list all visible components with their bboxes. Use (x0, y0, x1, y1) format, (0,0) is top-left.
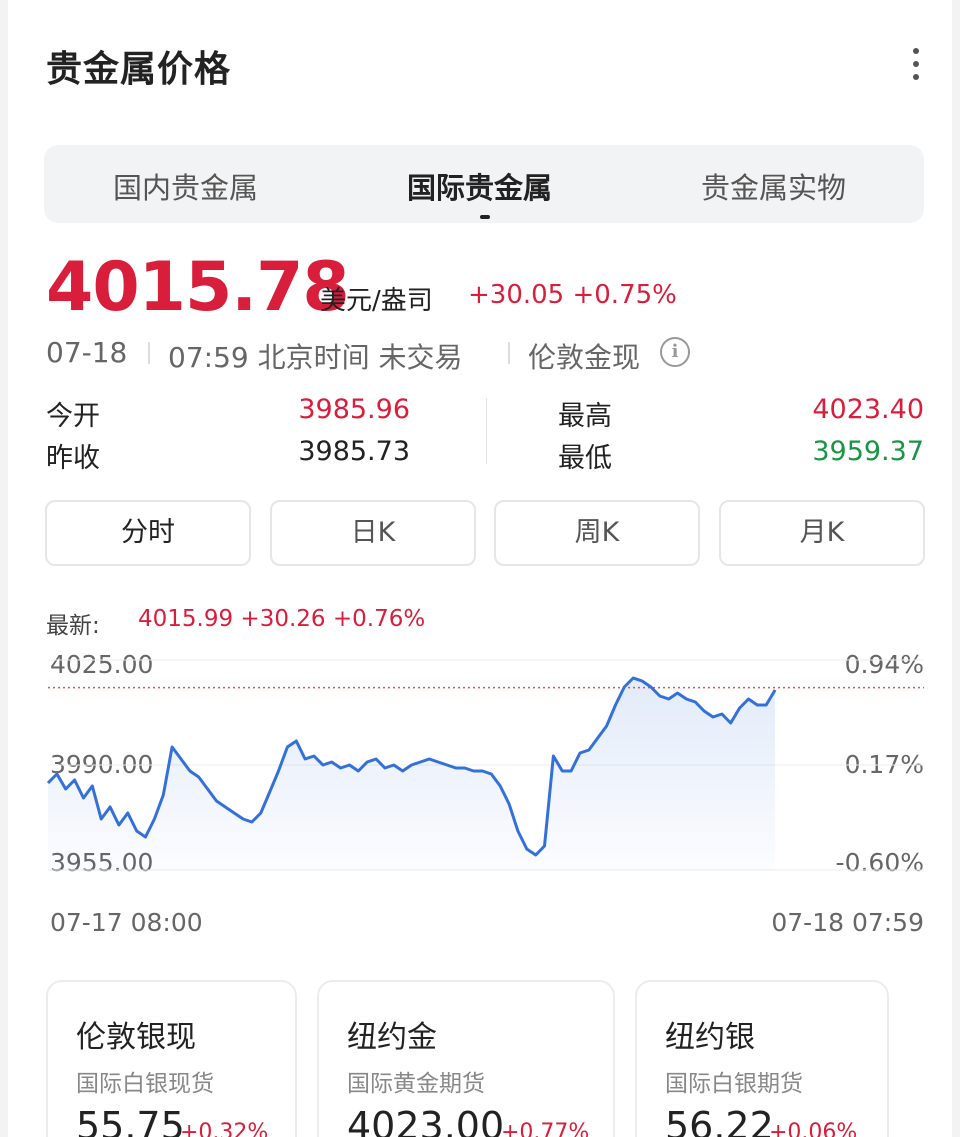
price-unit: 美元/盎司 (320, 286, 433, 316)
open-value: 3985.96 (298, 394, 410, 425)
left-edge (0, 0, 8, 1137)
tab-physical[interactable]: 贵金属实物 (701, 165, 846, 207)
quote-date: 07-18 (46, 336, 128, 369)
price-change: +30.05 +0.75% (468, 280, 677, 310)
card-title: 伦敦银现 (76, 1020, 196, 1055)
period-daily-button[interactable]: 日K (270, 500, 476, 566)
info-icon[interactable]: i (660, 337, 690, 367)
latest-value: 4015.99 +30.26 +0.76% (138, 606, 426, 632)
current-price: 4015.78 (46, 248, 350, 327)
low-value: 3959.37 (812, 436, 924, 467)
card-london-silver[interactable]: 伦敦银现 国际白银现货 55.75 +0.32% (46, 980, 297, 1137)
high-label: 最高 (558, 401, 612, 432)
prev-close-label: 昨收 (46, 443, 100, 474)
card-subtitle: 国际白银现货 (76, 1071, 214, 1097)
card-price: 55.75 (76, 1104, 185, 1137)
price-area-fill (48, 678, 776, 870)
low-label: 最低 (558, 443, 612, 474)
tab-domestic[interactable]: 国内贵金属 (113, 165, 258, 207)
more-vertical-icon[interactable] (906, 46, 926, 82)
card-ny-gold[interactable]: 纽约金 国际黄金期货 4023.00 +0.77% (317, 980, 615, 1137)
card-title: 纽约金 (347, 1020, 437, 1055)
x-label-end: 07-18 07:59 (771, 908, 924, 937)
stats-divider (486, 398, 487, 464)
card-change: +0.32% (180, 1120, 269, 1137)
card-subtitle: 国际白银期货 (665, 1071, 803, 1097)
card-price: 4023.00 (347, 1104, 505, 1137)
high-value: 4023.40 (812, 394, 924, 425)
divider (508, 342, 510, 364)
x-label-start: 07-17 08:00 (50, 908, 203, 937)
divider (148, 342, 150, 364)
period-monthly-button[interactable]: 月K (719, 500, 925, 566)
card-change: +0.77% (501, 1120, 590, 1137)
latest-label: 最新: (46, 613, 100, 639)
open-label: 今开 (46, 401, 100, 432)
card-price: 56.22 (665, 1104, 774, 1137)
page-title: 贵金属价格 (46, 49, 232, 90)
intraday-chart[interactable] (46, 659, 924, 871)
instrument-name: 伦敦金现 (528, 341, 641, 374)
period-intraday-button[interactable]: 分时 (45, 500, 251, 566)
card-subtitle: 国际黄金期货 (347, 1071, 485, 1097)
card-change: +0.06% (769, 1120, 858, 1137)
card-ny-silver[interactable]: 纽约银 国际白银期货 56.22 +0.06% (635, 980, 889, 1137)
card-title: 纽约银 (665, 1020, 755, 1055)
right-edge (952, 0, 960, 1137)
period-weekly-button[interactable]: 周K (494, 500, 700, 566)
trading-status: 07:59 北京时间 未交易 (168, 341, 463, 374)
tab-international[interactable]: 国际贵金属 (407, 165, 552, 207)
active-tab-indicator (480, 215, 490, 219)
prev-close-value: 3985.73 (298, 436, 410, 467)
